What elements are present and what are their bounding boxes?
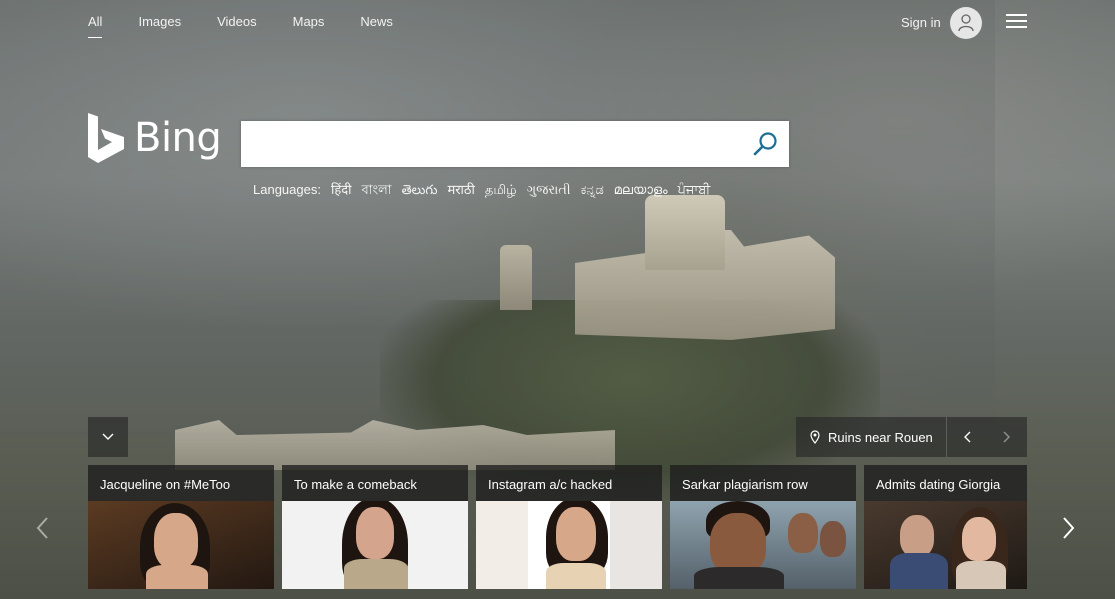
next-image-button[interactable]	[987, 417, 1027, 457]
languages-bar: Languages: हिंदी বাংলা తెలుగు मराठी தமிழ…	[253, 180, 710, 202]
news-card-title: Admits dating Giorgia	[864, 465, 1027, 501]
lang-hindi[interactable]: हिंदी	[331, 180, 352, 198]
tab-maps[interactable]: Maps	[293, 14, 325, 38]
hamburger-menu-icon[interactable]	[1006, 14, 1027, 30]
lang-tamil[interactable]: தமிழ்	[485, 182, 517, 199]
user-icon	[958, 14, 974, 32]
news-next-arrow[interactable]	[1057, 512, 1081, 544]
news-card-title: Instagram a/c hacked	[476, 465, 662, 501]
sign-in-link[interactable]: Sign in	[901, 15, 941, 30]
ruin-tower	[500, 245, 532, 310]
sponsor-logo	[480, 519, 510, 537]
news-card-image	[88, 501, 274, 589]
news-card-image	[476, 501, 662, 589]
chevron-right-icon	[1003, 431, 1010, 443]
search-box	[241, 121, 789, 167]
news-prev-arrow[interactable]	[30, 512, 54, 544]
lang-kannada[interactable]: ಕನ್ನಡ	[581, 182, 604, 198]
tab-all[interactable]: All	[88, 14, 103, 38]
tab-videos[interactable]: Videos	[217, 14, 257, 38]
chevron-left-icon	[36, 517, 48, 539]
search-button[interactable]	[751, 129, 781, 159]
lang-telugu[interactable]: తెలుగు	[402, 182, 438, 201]
news-card[interactable]: Sarkar plagiarism row	[670, 465, 856, 589]
news-carousel: Jacqueline on #MeToo To make a comeback …	[88, 465, 1027, 589]
news-card[interactable]: Admits dating Giorgia	[864, 465, 1027, 589]
news-card-image	[282, 501, 468, 589]
previous-image-button[interactable]	[947, 417, 987, 457]
chevron-down-icon	[102, 433, 114, 440]
news-card-image	[670, 501, 856, 589]
news-card-title: Jacqueline on #MeToo	[88, 465, 274, 501]
tab-news[interactable]: News	[360, 14, 393, 38]
bing-b-icon	[88, 113, 124, 163]
top-nav: All Images Videos Maps News	[88, 14, 429, 38]
news-card-image	[864, 501, 1027, 589]
location-pin-icon	[810, 430, 820, 444]
news-card[interactable]: Jacqueline on #MeToo	[88, 465, 274, 589]
news-card[interactable]: To make a comeback	[282, 465, 468, 589]
collapse-news-button[interactable]	[88, 417, 128, 457]
castle-keep	[645, 195, 725, 270]
news-card-title: Sarkar plagiarism row	[670, 465, 856, 501]
chevron-right-icon	[1063, 517, 1075, 539]
avatar[interactable]	[950, 7, 982, 39]
location-text: Ruins near Rouen	[828, 429, 933, 445]
lang-punjabi[interactable]: ਪੰਜਾਬੀ	[678, 182, 711, 198]
news-card[interactable]: Instagram a/c hacked	[476, 465, 662, 589]
languages-label: Languages:	[253, 182, 321, 197]
lang-marathi[interactable]: मराठी	[447, 180, 474, 198]
lang-malayalam[interactable]: മലയാളം	[614, 182, 668, 198]
lang-bangla[interactable]: বাংলা	[362, 181, 392, 202]
logo-text: Bing	[134, 115, 222, 161]
news-card-title: To make a comeback	[282, 465, 468, 501]
search-input[interactable]	[251, 129, 741, 159]
search-icon	[753, 132, 777, 156]
lang-gujarati[interactable]: ગુજરાતી	[527, 182, 571, 198]
tab-images[interactable]: Images	[138, 14, 181, 38]
image-location-button[interactable]: Ruins near Rouen	[796, 417, 946, 457]
bing-logo[interactable]: Bing	[88, 113, 222, 163]
chevron-left-icon	[964, 431, 971, 443]
